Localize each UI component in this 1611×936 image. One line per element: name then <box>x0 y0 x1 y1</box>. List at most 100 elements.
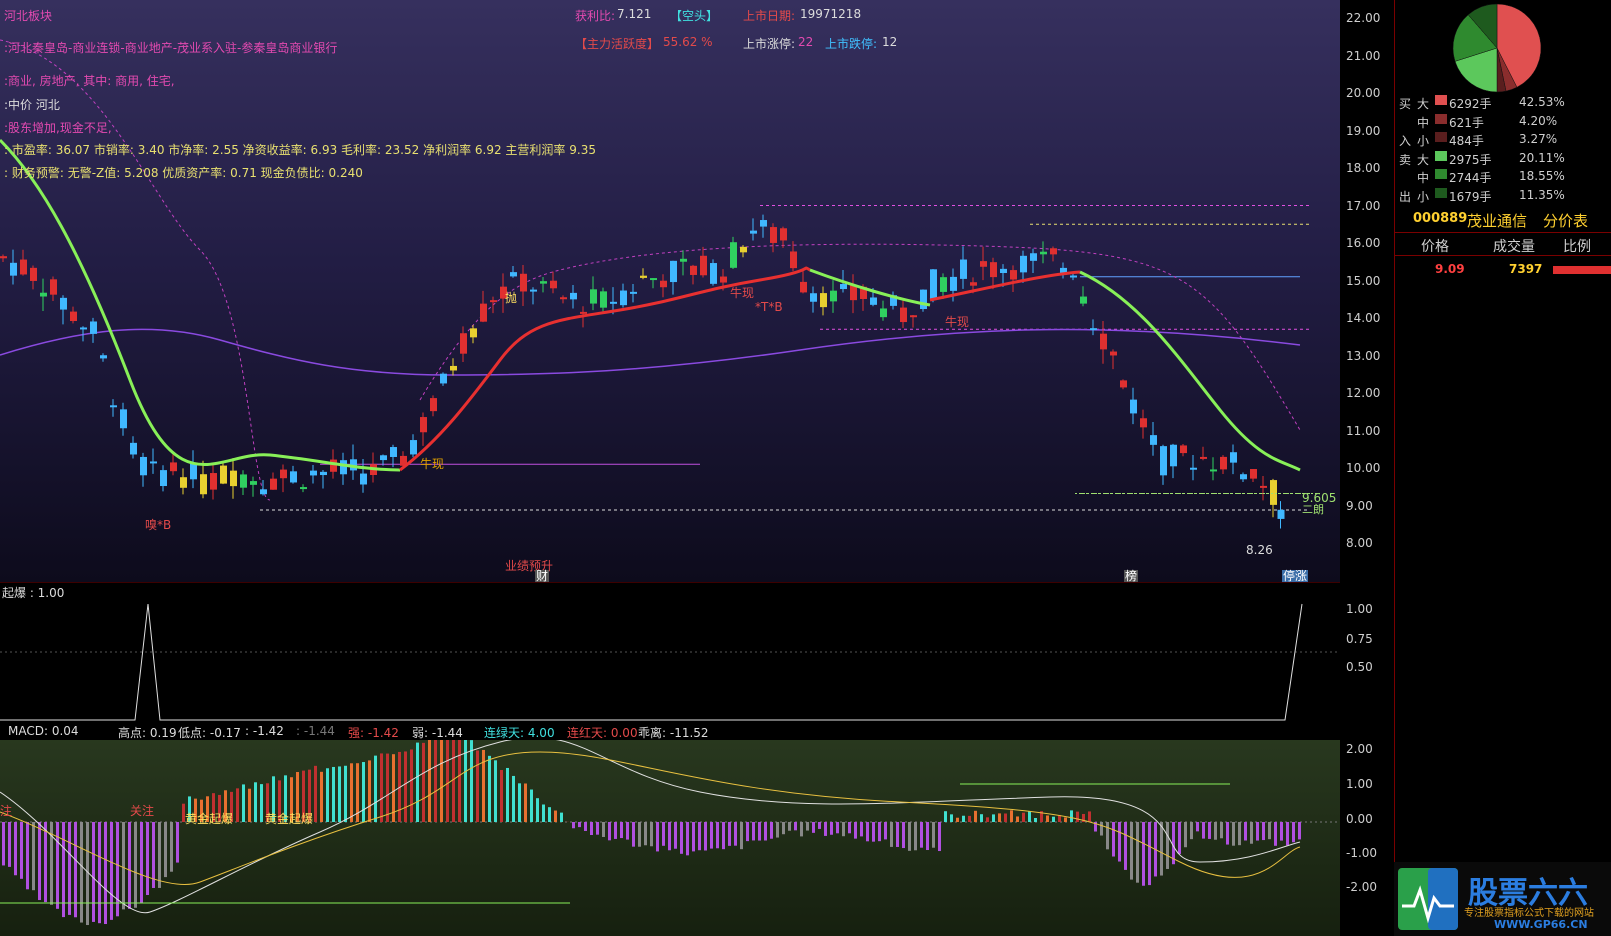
macd-bar <box>1298 822 1301 840</box>
candle-body <box>1020 255 1027 273</box>
macd-bar <box>242 784 245 822</box>
limit-down-value: 12 <box>882 35 898 49</box>
candle-body <box>590 289 597 304</box>
price-axis-tick: 21.00 <box>1346 48 1381 63</box>
macd-chart[interactable] <box>0 722 1340 936</box>
divider <box>1395 255 1611 256</box>
flow-percent: 18.55% <box>1519 169 1565 183</box>
candle-body <box>1220 456 1227 470</box>
candle-body <box>330 459 337 472</box>
macd-bar <box>992 814 995 822</box>
candle-body <box>1140 418 1147 428</box>
macd-bar <box>380 753 383 822</box>
macd-bar <box>470 740 473 822</box>
flow-volume: 484手 <box>1449 134 1484 148</box>
candle-body <box>960 259 967 279</box>
macd-bar <box>1118 822 1121 862</box>
flow-size: 小 <box>1417 134 1430 148</box>
macd-bar <box>914 822 917 851</box>
flow-side: 出 <box>1399 189 1412 204</box>
candle-body <box>800 281 807 293</box>
macd-bar <box>1268 822 1271 840</box>
macd-bar <box>410 749 413 822</box>
candle-body <box>1190 467 1197 470</box>
macd-bar <box>404 751 407 822</box>
macd-panel[interactable]: MACD: 0.04 高点: 0.19 低点: -0.17 : -1.42 : … <box>0 722 1340 936</box>
right-info-panel: 买大 6292手 42.53% 中 621手 4.20% 入小 484手 3.27% 卖大 2975… <box>1394 0 1611 936</box>
candle-body <box>520 273 527 292</box>
candle-body <box>990 262 997 278</box>
candle-body <box>430 398 437 412</box>
macd-bar <box>80 822 83 923</box>
capital-flow-row: 中 2744手 18.55% <box>1395 168 1611 186</box>
candle-body <box>250 481 257 485</box>
macd-bar <box>236 788 239 822</box>
view-label[interactable]: 分价表 <box>1543 210 1588 231</box>
candle-body <box>450 365 457 371</box>
macd-bar <box>1250 822 1253 844</box>
sell-mark: 抛 <box>505 291 518 305</box>
candle-body <box>1170 444 1177 467</box>
macd-bar <box>686 822 689 856</box>
price-chart-panel[interactable]: 河北板块 :河北秦皇岛-商业连锁-商业地产-茂业系入驻-参秦皇岛商业银行 :商业… <box>0 0 1340 582</box>
macd-bar <box>164 822 167 878</box>
indicator-chart[interactable] <box>0 582 1340 722</box>
valuation-label: : 市盈率: 36.07 市销率: 3.40 市净率: 2.55 净资收益率: … <box>4 143 596 157</box>
macd-bar <box>458 737 461 822</box>
price-axis-tick: 15.00 <box>1346 273 1381 288</box>
indicator-panel[interactable]: 起爆 : 1.00 <box>0 582 1340 722</box>
macd-bar <box>1112 822 1115 857</box>
activity-label: 【主力活跃度】 <box>575 37 660 51</box>
candle-body <box>1080 296 1087 304</box>
macd-bar <box>1004 813 1007 822</box>
candlestick-chart[interactable] <box>0 0 1340 582</box>
macd-bar <box>476 750 479 822</box>
flow-swatch <box>1435 187 1447 198</box>
candle-body <box>570 292 577 300</box>
bull-annotation-1: 牛现 <box>420 457 445 471</box>
flow-percent: 11.35% <box>1519 187 1565 202</box>
candle-body <box>780 228 787 241</box>
macd-bar <box>374 755 377 822</box>
macd-bar <box>1256 822 1259 841</box>
macd-bar <box>128 822 131 909</box>
macd-bar <box>668 822 671 851</box>
macd-bar <box>776 822 779 838</box>
macd-bar <box>596 822 599 835</box>
candle-body <box>790 251 797 269</box>
candle-body <box>1260 485 1267 488</box>
candle-body <box>720 276 727 283</box>
listing-date-label: 上市日期: <box>743 9 796 23</box>
macd-red-days: 连红天: 0.00 <box>567 726 638 740</box>
macd-bar <box>512 775 515 822</box>
macd-bar <box>110 822 113 920</box>
candle-body <box>490 300 497 303</box>
candle-body <box>510 272 517 277</box>
macd-tag-attention-2: 关注 <box>130 804 155 818</box>
macd-bar <box>878 822 881 842</box>
flow-volume: 1679手 <box>1449 189 1492 204</box>
candle-body <box>970 282 977 286</box>
macd-bar <box>1244 822 1247 841</box>
macd-bar <box>674 822 677 849</box>
macd-bar <box>650 822 653 847</box>
macd-bar <box>590 822 593 836</box>
macd-bar <box>344 765 347 822</box>
channel-line <box>0 39 1301 501</box>
activity-value: 55.62 % <box>663 35 713 49</box>
stock-name[interactable]: 茂业通信 <box>1467 210 1527 231</box>
candle-body <box>360 473 367 485</box>
concept-label: :河北秦皇岛-商业连锁-商业地产-茂业系入驻-参秦皇岛商业银行 <box>4 41 338 55</box>
candle-body <box>880 308 887 318</box>
macd-bar <box>704 822 707 851</box>
macd-bar <box>740 822 743 850</box>
macd-bar <box>146 822 149 896</box>
candle-body <box>1200 456 1207 459</box>
capital-flow-row: 入小 484手 3.27% <box>1395 131 1611 149</box>
macd-bar <box>692 822 695 852</box>
candle-body <box>580 311 587 314</box>
candle-body <box>810 293 817 302</box>
candle-body <box>100 355 107 359</box>
candle-body <box>910 315 917 318</box>
macd-bar <box>1076 811 1079 822</box>
